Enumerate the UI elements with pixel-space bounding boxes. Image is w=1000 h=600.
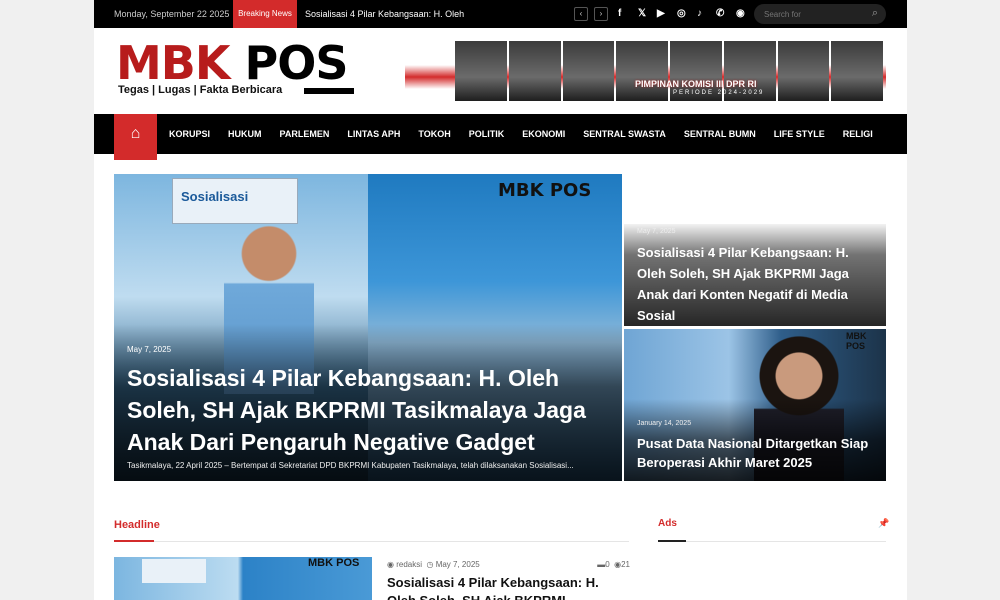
ads-section-title: Ads bbox=[658, 518, 677, 529]
breaking-news-ticker[interactable]: Sosialisasi 4 Pilar Kebangsaan: H. Oleh … bbox=[305, 9, 465, 19]
clock-icon: ◷ bbox=[426, 560, 434, 569]
logo-underline bbox=[304, 88, 354, 94]
comment-count: 0 bbox=[605, 560, 610, 569]
view-count: 21 bbox=[621, 560, 630, 569]
current-date: Monday, September 22 2025 bbox=[114, 9, 230, 19]
headline-section-title: Headline bbox=[114, 519, 160, 531]
section-divider bbox=[658, 540, 886, 542]
nav-item-sentral-bumn[interactable]: SENTRAL BUMN bbox=[675, 114, 765, 154]
image-watermark-logo: MBK POS bbox=[308, 557, 360, 569]
nav-item-hukum[interactable]: HUKUM bbox=[219, 114, 271, 154]
headline-meta: ◉ redaksi ◷ May 7, 2025 ▬0 ◉21 bbox=[387, 560, 630, 570]
chevron-right-icon[interactable]: › bbox=[594, 7, 608, 21]
page: Monday, September 22 2025 Breaking News … bbox=[94, 0, 907, 600]
section-divider bbox=[114, 540, 629, 542]
author-name[interactable]: redaksi bbox=[396, 560, 422, 569]
search-box: ⌕ bbox=[754, 4, 886, 24]
headline-thumbnail[interactable]: MBK POS bbox=[114, 557, 372, 600]
image-watermark-logo: MBK POS bbox=[846, 331, 867, 351]
side-post-title[interactable]: Sosialisasi 4 Pilar Kebangsaan: H. Oleh … bbox=[637, 242, 877, 326]
search-input[interactable] bbox=[764, 8, 864, 20]
side-post-date: January 14, 2025 bbox=[637, 420, 692, 427]
youtube-icon[interactable]: ▶ bbox=[657, 8, 665, 20]
logo-text: MBK POS bbox=[116, 40, 348, 86]
sign-text: Sosialisasi bbox=[181, 189, 249, 204]
user-icon: ◉ bbox=[387, 560, 394, 569]
featured-date: May 7, 2025 bbox=[127, 345, 172, 354]
logo-text-b: POS bbox=[244, 36, 349, 90]
tiktok-icon[interactable]: ♪ bbox=[697, 8, 702, 20]
side-post-date: May 7, 2025 bbox=[637, 228, 676, 235]
headline-article-title[interactable]: Sosialisasi 4 Pilar Kebangsaan: H. Oleh … bbox=[387, 574, 627, 600]
user-icon[interactable]: ◉ bbox=[736, 8, 745, 20]
thumbnail-sign bbox=[142, 559, 206, 583]
chevron-left-icon[interactable]: ‹ bbox=[574, 7, 588, 21]
banner-portraits bbox=[455, 41, 885, 101]
site-logo[interactable]: MBK POS Tegas | Lugas | Fakta Berbicara bbox=[116, 40, 356, 102]
logo-tagline: Tegas | Lugas | Fakta Berbicara bbox=[118, 84, 283, 96]
featured-excerpt: Tasikmalaya, 22 April 2025 – Bertempat d… bbox=[127, 461, 574, 470]
top-bar: Monday, September 22 2025 Breaking News … bbox=[94, 0, 907, 28]
comment-icon: ▬ bbox=[597, 560, 606, 569]
nav-item-korupsi[interactable]: KORUPSI bbox=[160, 114, 219, 154]
nav-item-politik[interactable]: POLITIK bbox=[460, 114, 514, 154]
nav-item-life-style[interactable]: LIFE STYLE bbox=[765, 114, 834, 154]
nav-item-religi[interactable]: RELIGI bbox=[834, 114, 882, 154]
side-post-title[interactable]: Pusat Data Nasional Ditargetkan Siap Ber… bbox=[637, 434, 877, 472]
meta-author-date: ◉ redaksi ◷ May 7, 2025 bbox=[387, 560, 480, 569]
post-date: May 7, 2025 bbox=[435, 560, 480, 569]
x-icon[interactable]: 𝕏 bbox=[638, 8, 646, 20]
nav-item-lintas-aph[interactable]: LINTAS APH bbox=[338, 114, 409, 154]
nav-items: KORUPSI HUKUM PARLEMEN LINTAS APH TOKOH … bbox=[160, 114, 882, 154]
nav-item-ekonomi[interactable]: EKONOMI bbox=[513, 114, 574, 154]
breaking-news-label: Breaking News bbox=[233, 0, 297, 28]
nav-item-sentral-swasta[interactable]: SENTRAL SWASTA bbox=[574, 114, 675, 154]
side-post-2[interactable]: MBK POS January 14, 2025 Pusat Data Nasi… bbox=[624, 329, 886, 481]
instagram-icon[interactable]: ◎ bbox=[677, 8, 686, 20]
side-post-1[interactable]: May 7, 2025 Sosialisasi 4 Pilar Kebangsa… bbox=[624, 174, 886, 326]
banner-title: PIMPINAN KOMISI III DPR RI bbox=[635, 79, 757, 89]
featured-post[interactable]: Sosialisasi MBK POS May 7, 2025 Sosialis… bbox=[114, 174, 622, 481]
search-icon[interactable]: ⌕ bbox=[872, 7, 878, 20]
facebook-icon[interactable]: f bbox=[618, 8, 621, 20]
nav-item-tokoh[interactable]: TOKOH bbox=[409, 114, 459, 154]
header-banner-ad[interactable]: PIMPINAN KOMISI III DPR RI PERIODE 2024-… bbox=[405, 41, 886, 101]
whatsapp-icon[interactable]: ✆ bbox=[716, 8, 724, 20]
image-watermark-logo: MBK POS bbox=[498, 180, 592, 201]
banner-subtitle: PERIODE 2024-2029 bbox=[673, 90, 765, 96]
pin-icon: 📌 bbox=[878, 518, 890, 528]
meta-stats: ▬0 ◉21 bbox=[597, 560, 630, 569]
nav-item-parlemen[interactable]: PARLEMEN bbox=[271, 114, 339, 154]
home-icon[interactable]: ⌂ bbox=[114, 114, 157, 160]
main-navigation: ⌂ KORUPSI HUKUM PARLEMEN LINTAS APH TOKO… bbox=[94, 114, 907, 160]
logo-text-a: MBK bbox=[116, 36, 230, 90]
featured-title[interactable]: Sosialisasi 4 Pilar Kebangsaan: H. Oleh … bbox=[127, 362, 617, 458]
